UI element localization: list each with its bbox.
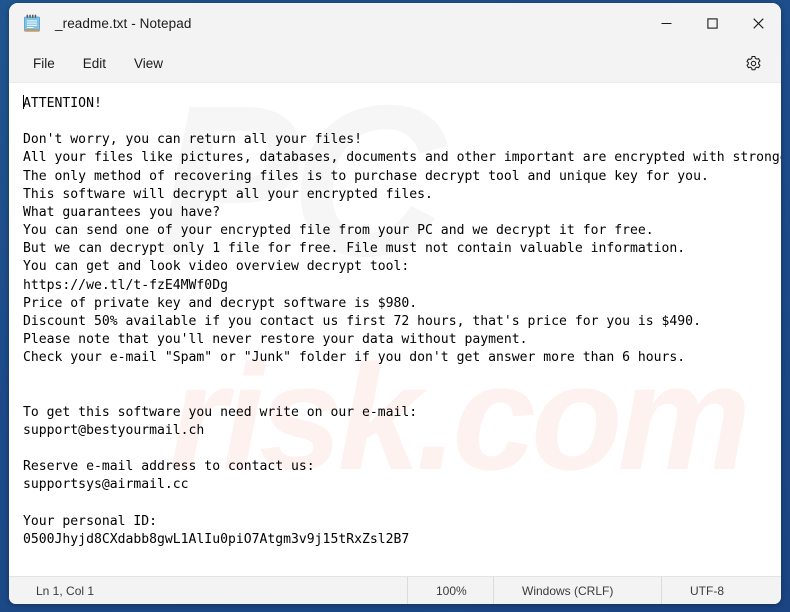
notepad-window: _readme.txt - Notepad File Edit View PC …: [9, 3, 781, 604]
window-controls: [643, 3, 781, 44]
desktop-background: _readme.txt - Notepad File Edit View PC …: [0, 0, 790, 612]
text-editor-area[interactable]: PC risk.com ATTENTION! Don't worry, you …: [9, 83, 781, 576]
close-icon: [752, 18, 764, 29]
window-title: _readme.txt - Notepad: [55, 16, 192, 31]
status-encoding[interactable]: UTF-8: [661, 577, 781, 604]
gear-icon: [746, 55, 760, 70]
minimize-button[interactable]: [643, 3, 689, 44]
menu-view[interactable]: View: [123, 51, 174, 76]
notepad-icon: [23, 14, 41, 34]
menu-file[interactable]: File: [22, 51, 66, 76]
settings-button[interactable]: [738, 49, 768, 77]
document-body: ATTENTION! Don't worry, you can return a…: [23, 96, 781, 547]
maximize-icon: [706, 18, 718, 29]
menu-bar: File Edit View: [9, 44, 781, 83]
document-text[interactable]: ATTENTION! Don't worry, you can return a…: [9, 83, 781, 549]
status-position: Ln 1, Col 1: [36, 583, 95, 598]
status-bar: Ln 1, Col 1 100% Windows (CRLF) UTF-8: [9, 576, 781, 604]
status-zoom[interactable]: 100%: [407, 577, 493, 604]
status-line-ending[interactable]: Windows (CRLF): [493, 577, 661, 604]
menu-edit[interactable]: Edit: [72, 51, 117, 76]
close-button[interactable]: [735, 3, 781, 44]
minimize-icon: [661, 22, 671, 25]
title-bar[interactable]: _readme.txt - Notepad: [9, 3, 781, 44]
maximize-button[interactable]: [689, 3, 735, 44]
